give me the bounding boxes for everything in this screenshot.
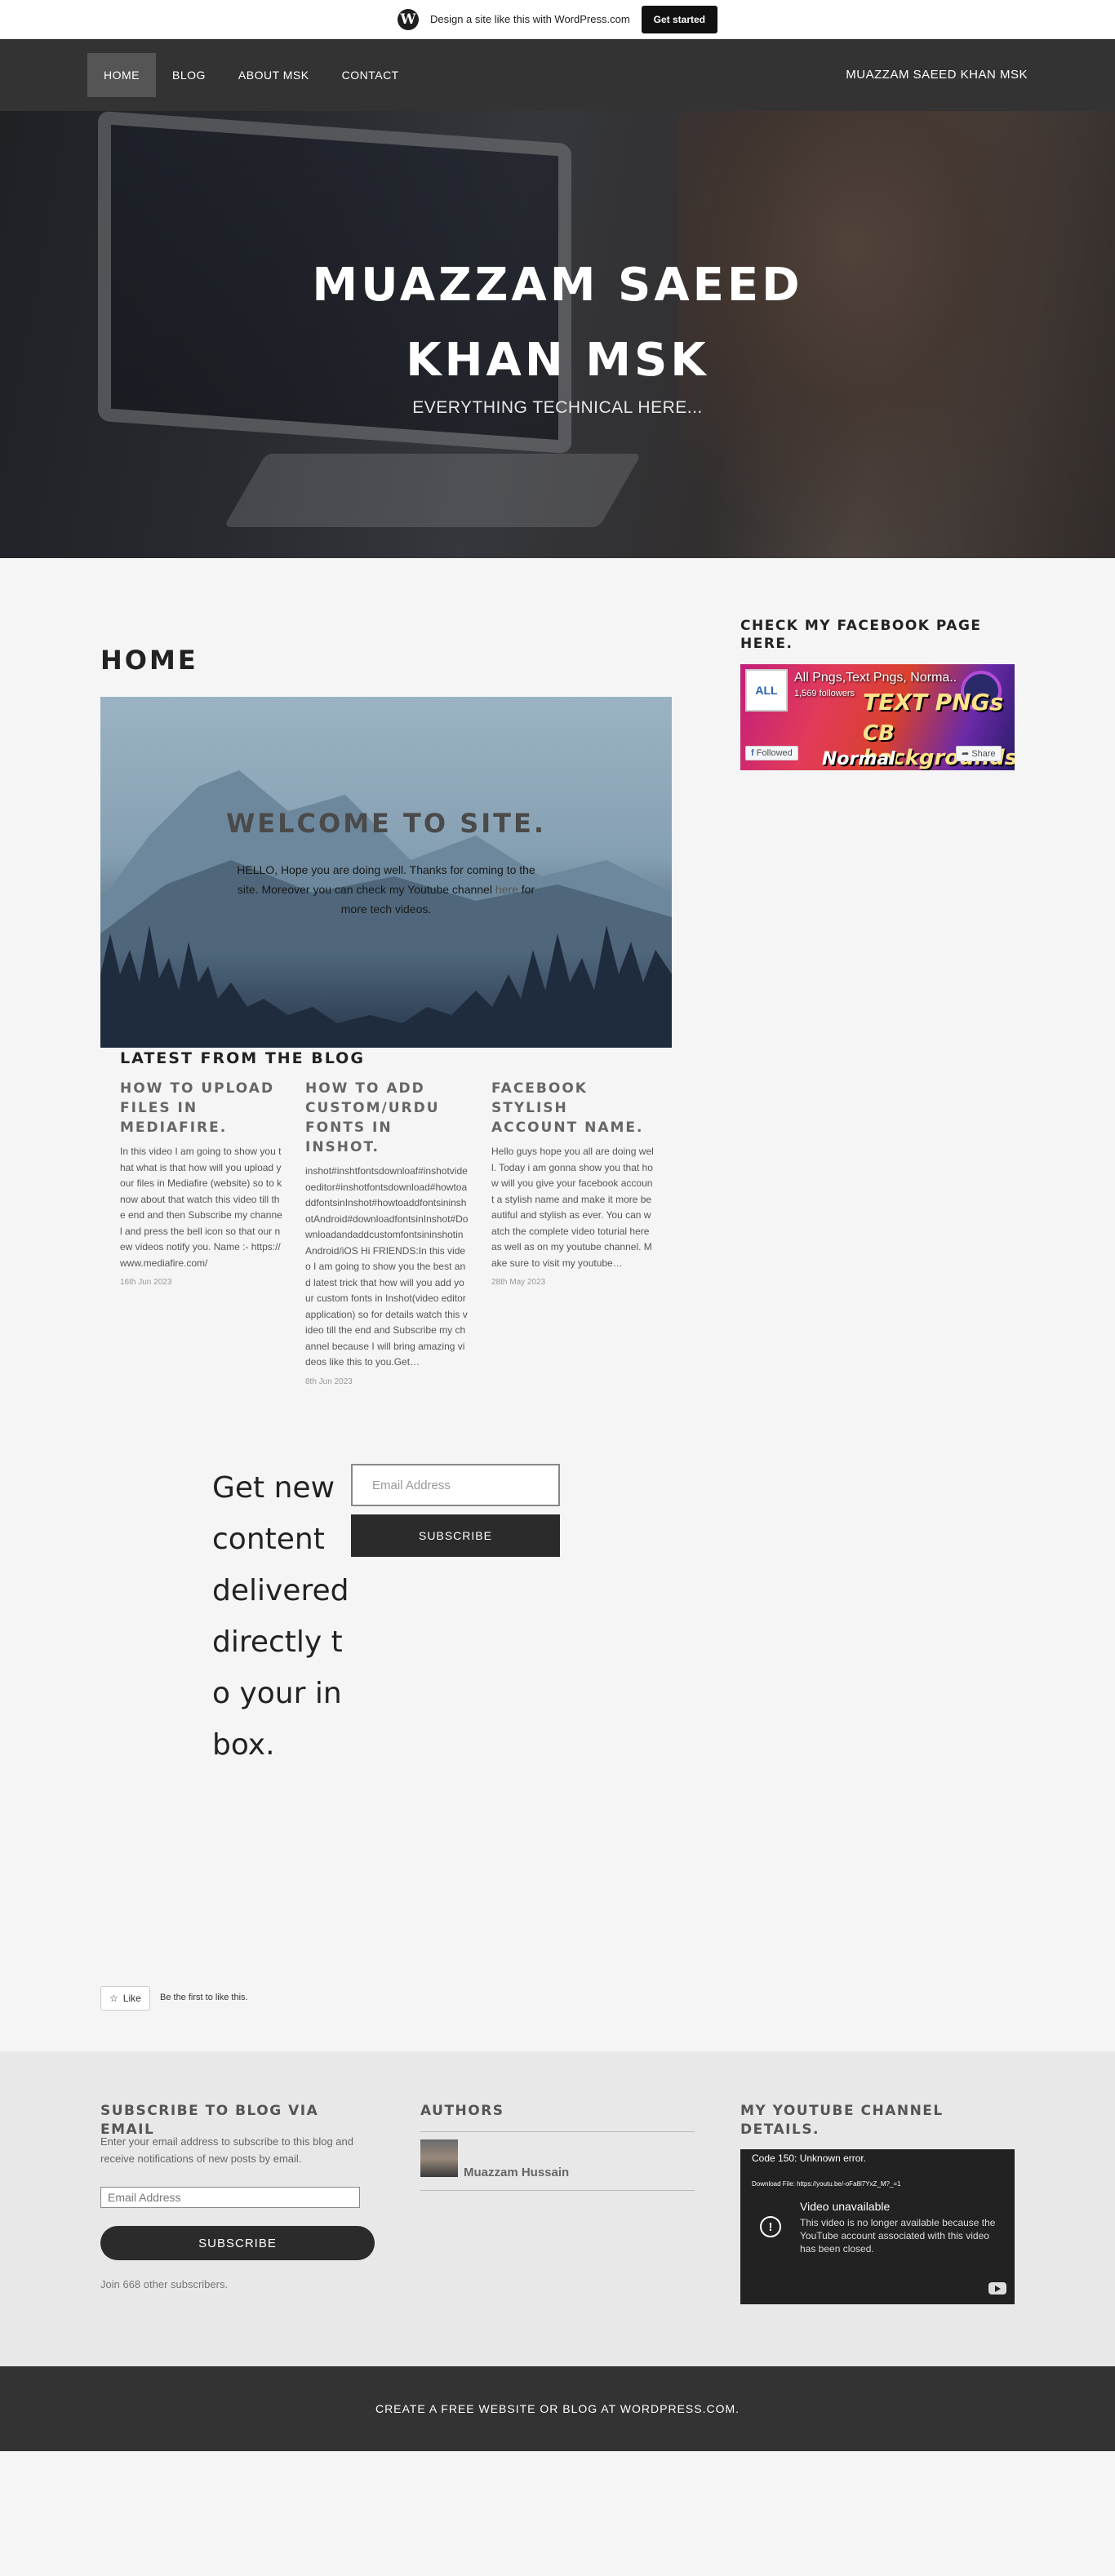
- facebook-page-logo[interactable]: ALL: [745, 669, 788, 712]
- blog-post: FACEBOOK STYLISH ACCOUNT NAME. Hello guy…: [491, 1079, 655, 1287]
- latest-blog-heading: LATEST FROM THE BLOG: [120, 1049, 365, 1067]
- site-title-line-2: KHAN MSK: [406, 334, 709, 387]
- get-started-button[interactable]: Get started: [641, 5, 718, 33]
- post-title[interactable]: FACEBOOK STYLISH ACCOUNT NAME.: [491, 1079, 655, 1137]
- nav-site-name[interactable]: MUAZZAM SAEED KHAN MSK: [846, 53, 1028, 97]
- youtube-error-message: This video is no longer available becaus…: [800, 2217, 996, 2255]
- like-button[interactable]: ☆ Like: [100, 1986, 150, 2011]
- email-field[interactable]: Email Address: [351, 1464, 560, 1506]
- post-date: 28th May 2023: [491, 1278, 546, 1287]
- warning-icon: !: [760, 2216, 781, 2237]
- youtube-error-title: Video unavailable: [800, 2200, 891, 2213]
- site-tagline: EVERYTHING TECHNICAL HERE...: [412, 398, 703, 417]
- youtube-error-code: Code 150: Unknown error.: [752, 2153, 867, 2164]
- youtube-channel-link[interactable]: here: [495, 883, 518, 896]
- blog-post: HOW TO ADD CUSTOM/URDU FONTS IN INSHOT. …: [305, 1079, 469, 1386]
- subscribe-prompt: Get new content delivered directly to yo…: [212, 1471, 349, 1762]
- nav-item-blog[interactable]: BLOG: [156, 53, 222, 97]
- like-label: Like: [122, 1993, 141, 2004]
- welcome-text: HELLO, Hope you are doing well. Thanks f…: [237, 863, 535, 916]
- post-title[interactable]: HOW TO UPLOAD FILES IN MEDIAFIRE.: [120, 1079, 283, 1137]
- post-excerpt: Hello guys hope you all are doing well. …: [491, 1146, 654, 1269]
- authors-divider: [420, 2131, 695, 2132]
- main-navigation: HOME BLOG ABOUT MSK CONTACT MUAZZAM SAEE…: [0, 39, 1115, 111]
- youtube-icon[interactable]: [988, 2282, 1006, 2294]
- nav-item-home[interactable]: HOME: [87, 53, 156, 97]
- like-status-text: Be the first to like this.: [160, 1993, 248, 2002]
- site-title-line-1: MUAZZAM SAEED: [312, 259, 803, 312]
- facebook-page-plugin[interactable]: TEXT PNGs CB backgrounds Normal Backgrou…: [740, 664, 1015, 770]
- avatar[interactable]: [420, 2139, 458, 2177]
- post-excerpt: inshot#inshtfontsdownloaf#inshotvideoedi…: [305, 1165, 469, 1368]
- youtube-embed[interactable]: Code 150: Unknown error. Download File: …: [740, 2149, 1015, 2304]
- site-title[interactable]: MUAZZAM SAEED KHAN MSK: [0, 248, 1115, 398]
- authors-divider: [420, 2190, 695, 2191]
- post-title[interactable]: HOW TO ADD CUSTOM/URDU FONTS IN INSHOT.: [305, 1079, 469, 1157]
- facebook-cover-text: TEXT PNGs: [863, 689, 1004, 716]
- authors-widget-heading: AUTHORS: [420, 2103, 504, 2119]
- wordpress-banner: W Design a site like this with WordPress…: [0, 0, 1115, 39]
- wordpress-logo-icon[interactable]: W: [397, 8, 419, 30]
- subscribe-email-field[interactable]: Email Address: [100, 2187, 360, 2208]
- star-icon: ☆: [109, 1993, 118, 2004]
- post-date: 16th Jun 2023: [120, 1278, 172, 1287]
- welcome-cover: WELCOME TO SITE. HELLO, Hope you are doi…: [100, 697, 672, 1048]
- subscribe-button[interactable]: SUBSCRIBE: [351, 1514, 560, 1557]
- post-date: 8th Jun 2023: [305, 1377, 353, 1386]
- post-excerpt: In this video I am going to show you tha…: [120, 1146, 282, 1269]
- facebook-widget-heading: CHECK MY FACEBOOK PAGE HERE.: [740, 618, 982, 652]
- facebook-followers-count: 1,569 followers: [794, 689, 855, 698]
- subscribe-widget-text: Enter your email address to subscribe to…: [100, 2135, 354, 2165]
- nav-menu: HOME BLOG ABOUT MSK CONTACT: [87, 53, 415, 97]
- facebook-followed-button[interactable]: f Followed: [745, 746, 798, 760]
- welcome-heading: WELCOME TO SITE.: [225, 808, 547, 839]
- hero-banner: MUAZZAM SAEED KHAN MSK EVERYTHING TECHNI…: [0, 111, 1115, 558]
- wordpress-banner-text: Design a site like this with WordPress.c…: [429, 13, 630, 25]
- facebook-share-button[interactable]: ➦ Share: [956, 746, 1002, 761]
- site-footer: CREATE A FREE WEBSITE OR BLOG AT WORDPRE…: [0, 2366, 1115, 2451]
- blog-post: HOW TO UPLOAD FILES IN MEDIAFIRE. In thi…: [120, 1079, 283, 1287]
- page-title: HOME: [100, 645, 198, 676]
- author-name[interactable]: Muazzam Hussain: [464, 2166, 569, 2179]
- youtube-widget-heading: MY YOUTUBE CHANNEL DETAILS.: [740, 2103, 944, 2138]
- facebook-icon: f: [751, 748, 757, 758]
- nav-item-contact[interactable]: CONTACT: [326, 53, 415, 97]
- footer-subscribe-button[interactable]: SUBSCRIBE: [100, 2226, 375, 2260]
- share-icon: ➦: [962, 749, 972, 759]
- youtube-download-link[interactable]: Download File: https://youtu.be/-oFa8l7Y…: [752, 2180, 901, 2188]
- subscriber-count: Join 668 other subscribers.: [100, 2278, 229, 2290]
- wordpress-footer-link[interactable]: CREATE A FREE WEBSITE OR BLOG AT WORDPRE…: [375, 2402, 740, 2415]
- nav-item-about[interactable]: ABOUT MSK: [222, 53, 326, 97]
- facebook-page-name[interactable]: All Pngs,Text Pngs, Norma...: [794, 671, 957, 685]
- forest-image: [100, 925, 672, 1048]
